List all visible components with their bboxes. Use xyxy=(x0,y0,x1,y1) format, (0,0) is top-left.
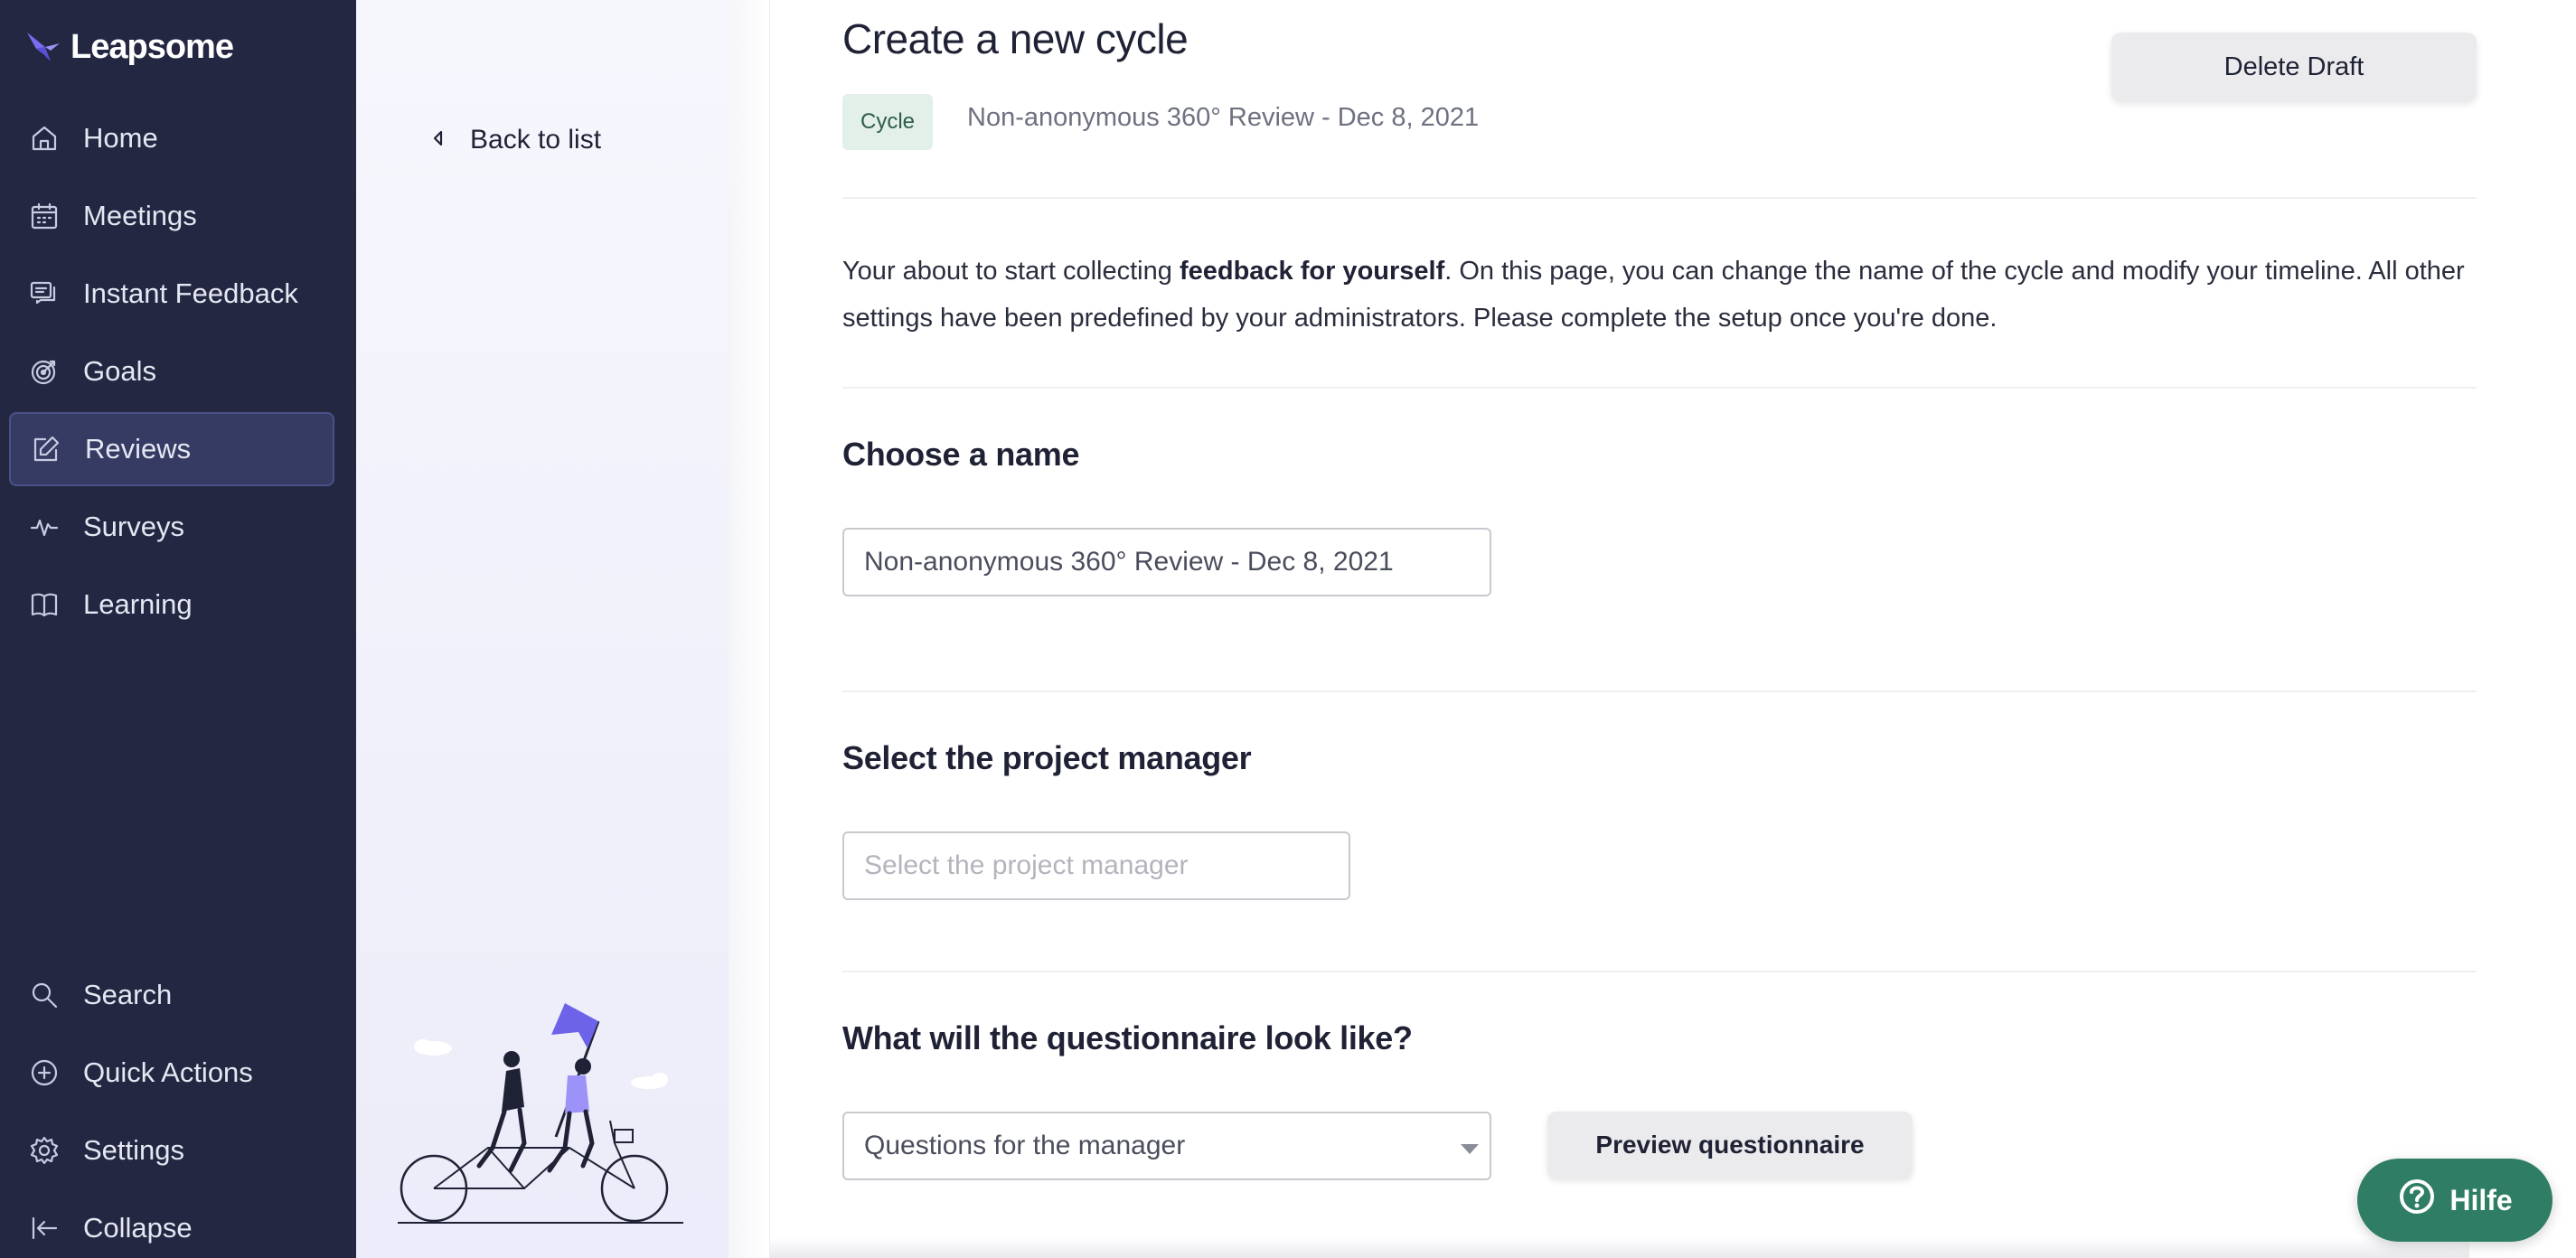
sidebar-item-instant-feedback[interactable]: Instant Feedback xyxy=(9,257,334,331)
delete-draft-button[interactable]: Delete Draft xyxy=(2111,33,2477,101)
sidebar-item-search[interactable]: Search xyxy=(9,958,334,1032)
help-label: Hilfe xyxy=(2449,1183,2513,1216)
sidebar-item-label: Settings xyxy=(83,1134,185,1166)
divider xyxy=(842,387,2477,389)
sidebar-item-label: Reviews xyxy=(85,433,192,465)
choose-name-heading: Choose a name xyxy=(842,436,1080,473)
book-icon xyxy=(29,589,60,620)
question-circle-icon xyxy=(2397,1177,2437,1224)
help-button[interactable]: Hilfe xyxy=(2357,1159,2552,1242)
sidebar-item-reviews[interactable]: Reviews xyxy=(9,412,334,486)
page-title: Create a new cycle xyxy=(842,15,1189,62)
chevron-down-icon xyxy=(1461,1144,1479,1154)
secondary-panel: Back to list xyxy=(356,0,729,1258)
sidebar-item-goals[interactable]: Goals xyxy=(9,334,334,408)
sidebar-item-label: Meetings xyxy=(83,200,197,231)
bird-logo-icon xyxy=(27,33,60,61)
sidebar-item-label: Home xyxy=(83,122,158,154)
divider xyxy=(842,197,2477,199)
plus-circle-icon xyxy=(29,1057,60,1088)
gear-icon xyxy=(29,1135,60,1166)
intro-text-start: Your about to start collecting xyxy=(842,257,1180,286)
edit-icon xyxy=(31,434,61,465)
target-icon xyxy=(29,356,60,387)
primary-nav: Home Meetings Instant Feedback Goals Rev… xyxy=(9,101,334,645)
project-manager-input[interactable] xyxy=(842,831,1350,900)
sidebar-item-home[interactable]: Home xyxy=(9,101,334,175)
leapsome-logo[interactable]: Leapsome xyxy=(24,22,234,72)
sidebar-item-label: Instant Feedback xyxy=(83,277,298,309)
sidebar-item-meetings[interactable]: Meetings xyxy=(9,179,334,253)
sidebar-item-learning[interactable]: Learning xyxy=(9,568,334,642)
questionnaire-heading: What will the questionnaire look like? xyxy=(842,1019,1413,1056)
project-manager-heading: Select the project manager xyxy=(842,739,1252,776)
sidebar-item-label: Surveys xyxy=(83,511,184,542)
intro-text-bold: feedback for yourself xyxy=(1179,257,1445,286)
sidebar-item-settings[interactable]: Settings xyxy=(9,1113,334,1188)
logo-text: Leapsome xyxy=(71,27,234,66)
back-to-list-link[interactable]: Back to list xyxy=(428,125,601,155)
intro-text: Your about to start collecting feedback … xyxy=(842,248,2477,342)
sidebar-item-quick-actions[interactable]: Quick Actions xyxy=(9,1036,334,1110)
preview-questionnaire-button[interactable]: Preview questionnaire xyxy=(1547,1112,1913,1178)
sidebar-item-label: Goals xyxy=(83,355,156,387)
cycle-name-input[interactable] xyxy=(842,528,1491,596)
chevron-left-icon xyxy=(428,125,448,155)
tandem-bike-illustration xyxy=(398,1003,683,1224)
sidebar-item-surveys[interactable]: Surveys xyxy=(9,490,334,564)
sidebar-item-label: Quick Actions xyxy=(83,1056,253,1088)
sidebar-item-label: Collapse xyxy=(83,1212,193,1244)
scroll-fade xyxy=(770,1238,2469,1258)
panel-divider xyxy=(729,0,770,1258)
main-sidebar: Leapsome Home Meetings Instant Feedback … xyxy=(0,0,356,1258)
divider xyxy=(842,690,2477,692)
pulse-icon xyxy=(29,512,60,542)
divider xyxy=(842,971,2477,972)
sidebar-item-label: Search xyxy=(83,979,173,1010)
back-to-list-label: Back to list xyxy=(470,125,602,155)
sidebar-item-collapse[interactable]: Collapse xyxy=(9,1191,334,1258)
collapse-icon xyxy=(29,1213,60,1244)
search-icon xyxy=(29,980,60,1010)
sidebar-item-label: Learning xyxy=(83,588,193,620)
secondary-nav: Search Quick Actions Settings Collapse xyxy=(9,958,334,1258)
home-icon xyxy=(29,123,60,154)
chat-icon xyxy=(29,278,60,309)
calendar-icon xyxy=(29,201,60,231)
cycle-name-subtitle: Non-anonymous 360° Review - Dec 8, 2021 xyxy=(967,103,1480,132)
questionnaire-select[interactable]: Questions for the manager xyxy=(842,1112,1491,1180)
questionnaire-select-value: Questions for the manager xyxy=(864,1131,1186,1160)
main-content: Create a new cycle Delete Draft Cycle No… xyxy=(842,0,2477,1258)
cycle-badge: Cycle xyxy=(842,94,934,150)
